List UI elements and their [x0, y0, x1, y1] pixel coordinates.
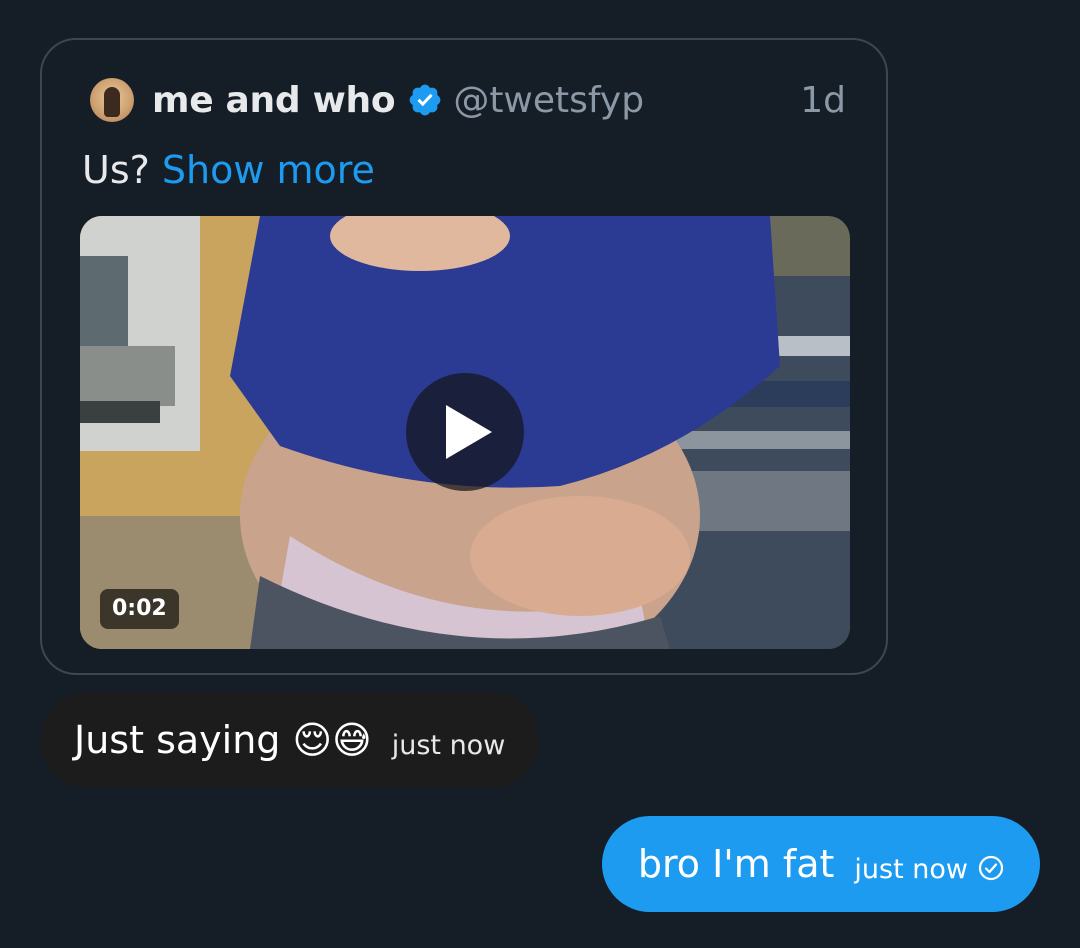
- tweet-text: Us? Show more: [82, 148, 375, 192]
- shared-tweet-card[interactable]: me and who @twetsfyp 1d Us? Show more 0:…: [40, 38, 888, 675]
- tweet-body: Us?: [82, 148, 150, 192]
- sent-message-bubble[interactable]: bro I'm fat just now: [601, 816, 1040, 912]
- show-more-link[interactable]: Show more: [162, 148, 375, 192]
- play-button[interactable]: [406, 373, 524, 491]
- author-avatar[interactable]: [90, 78, 134, 122]
- avatar-figure: [104, 87, 120, 117]
- video-duration-badge: 0:02: [100, 589, 179, 629]
- play-icon: [446, 405, 492, 459]
- tweet-timestamp: 1d: [800, 79, 846, 121]
- author-name[interactable]: me and who: [152, 80, 396, 121]
- verified-badge-icon: [409, 84, 441, 116]
- tweet-video[interactable]: 0:02: [80, 216, 850, 649]
- message-timestamp: just now: [854, 853, 968, 885]
- sent-check-icon: [978, 855, 1004, 881]
- message-timestamp: just now: [391, 729, 506, 761]
- author-handle[interactable]: @twetsfyp: [453, 80, 644, 121]
- message-text: Just saying 😌😅: [74, 718, 372, 762]
- message-text: bro I'm fat: [637, 842, 835, 886]
- tweet-header: me and who @twetsfyp 1d: [90, 76, 846, 124]
- dm-conversation: me and who @twetsfyp 1d Us? Show more 0:…: [0, 0, 1080, 948]
- received-message-bubble[interactable]: Just saying 😌😅 just now: [40, 692, 540, 788]
